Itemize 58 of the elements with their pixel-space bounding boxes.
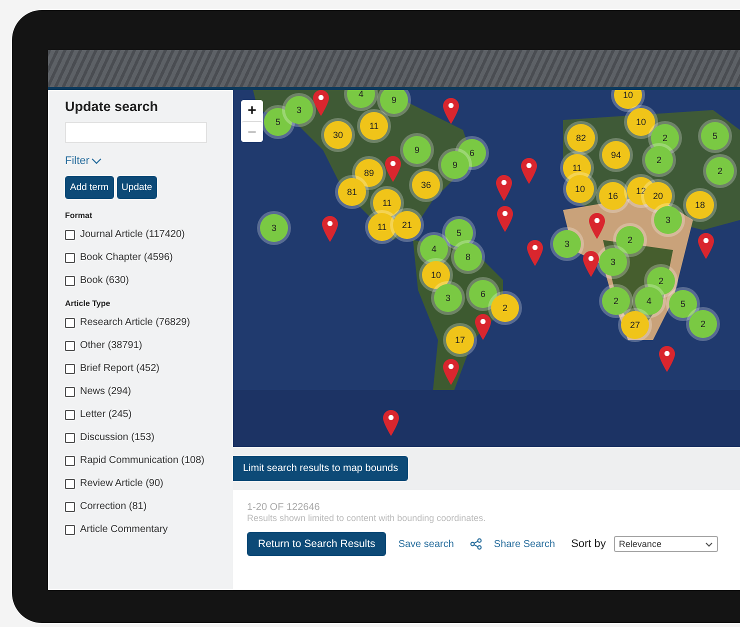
facet-label[interactable]: Article Commentary xyxy=(80,523,168,536)
sidebar-button[interactable]: Update xyxy=(116,176,158,199)
checkbox[interactable] xyxy=(65,525,75,535)
search-field[interactable] xyxy=(65,122,207,143)
checkbox[interactable] xyxy=(65,230,75,240)
map-pin-icon[interactable] xyxy=(527,240,543,266)
facet-label[interactable]: Research Article (76829) xyxy=(80,316,190,329)
checkbox[interactable] xyxy=(65,410,75,420)
checkbox[interactable] xyxy=(65,364,75,374)
sidebar-title: Update search xyxy=(65,99,160,114)
checkbox[interactable] xyxy=(65,456,75,466)
facet-label[interactable]: Correction (81) xyxy=(80,500,147,513)
facet-label[interactable]: Journal Article (117420) xyxy=(80,228,185,241)
map-pin-icon[interactable] xyxy=(497,206,513,232)
map-pin-icon[interactable] xyxy=(698,233,714,259)
facet-heading: Article Type xyxy=(65,299,112,308)
results-count: 1-20 OF 122646 xyxy=(247,502,321,513)
map-pin-icon[interactable] xyxy=(659,346,675,372)
map-pin-icon[interactable] xyxy=(475,314,491,340)
limit-bounds-button[interactable]: Limit search results to map bounds xyxy=(233,456,408,481)
checkbox[interactable] xyxy=(65,433,75,443)
map-pin-icon[interactable] xyxy=(443,359,459,385)
share-search-link[interactable]: Share Search xyxy=(494,538,556,550)
facet-label[interactable]: Discussion (153) xyxy=(80,431,154,444)
chevron-icon xyxy=(91,158,102,164)
checkbox[interactable] xyxy=(65,253,75,263)
map-pin-icon[interactable] xyxy=(383,410,399,436)
sort-label: Sort by xyxy=(571,538,606,550)
save-search-link[interactable]: Save search xyxy=(398,538,454,550)
map-pin-icon[interactable] xyxy=(496,175,512,201)
checkbox[interactable] xyxy=(65,276,75,286)
facet-label[interactable]: Rapid Communication (108) xyxy=(80,454,205,467)
results-note: Results shown limited to content with bounding coordinates. xyxy=(247,513,487,523)
map-pin-icon[interactable] xyxy=(313,90,329,116)
caret-icon xyxy=(704,542,713,546)
sidebar-button[interactable]: Add term xyxy=(65,176,114,199)
map-pin-icon[interactable] xyxy=(521,158,537,184)
map-pin-icon[interactable] xyxy=(385,156,401,182)
facet-heading: Format xyxy=(65,211,94,220)
sort-dropdown[interactable]: Relevance xyxy=(614,536,718,552)
map-pin-icon[interactable] xyxy=(583,251,599,277)
facet-label[interactable]: Book (630) xyxy=(80,274,129,287)
checkbox[interactable] xyxy=(65,502,75,512)
facet-label[interactable]: Other (38791) xyxy=(80,339,142,352)
checkbox[interactable] xyxy=(65,479,75,489)
checkbox[interactable] xyxy=(65,387,75,397)
map-pin-icon[interactable] xyxy=(322,216,338,242)
share-icon[interactable] xyxy=(470,538,482,550)
facet-label[interactable]: News (294) xyxy=(80,385,132,398)
return-button[interactable]: Return to Search Results xyxy=(247,532,386,556)
checkbox[interactable] xyxy=(65,318,75,328)
facet-label[interactable]: Review Article (90) xyxy=(80,477,164,490)
checkbox[interactable] xyxy=(65,341,75,351)
filter-toggle[interactable]: Filter xyxy=(65,155,90,167)
facet-label[interactable]: Brief Report (452) xyxy=(80,362,160,375)
map-pin-icon[interactable] xyxy=(443,98,459,124)
facet-label[interactable]: Book Chapter (4596) xyxy=(80,251,173,264)
facet-label[interactable]: Letter (245) xyxy=(80,408,132,421)
